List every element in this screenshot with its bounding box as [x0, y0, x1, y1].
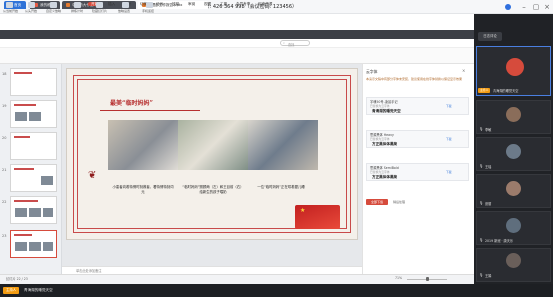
ribbon-label: 从当前开始 [3, 9, 19, 13]
ribbon-label: 手机遥控 [142, 9, 155, 13]
font-download-button[interactable]: 下载 [446, 104, 452, 108]
slide-thumbnail[interactable] [10, 68, 57, 96]
slide-thumbnail[interactable] [10, 164, 57, 192]
minimize-icon[interactable]: – [519, 2, 529, 12]
decorative-bird-icon: ❦ [88, 170, 97, 181]
avatar [506, 58, 524, 76]
star-icon: ★ [300, 207, 306, 214]
font-download-button[interactable]: 下载 [446, 170, 452, 174]
slide-counter: 幻灯片 22 / 23 [6, 277, 28, 281]
speaker-name: 青海湖的睡觉天空 [24, 288, 53, 292]
zoom-level[interactable]: 71% [395, 276, 402, 280]
thumb-number: 22 [2, 200, 7, 204]
slide-title[interactable]: 最美“临时妈妈” [110, 98, 153, 107]
font-card-sub: 已替换为云字体 [370, 104, 390, 108]
font-panel-title: 云字体 [366, 69, 378, 74]
host-badge: 主持人 [478, 88, 491, 93]
photo-caption-3[interactable]: 一位“临时妈妈”正在哄着婴儿睡 [250, 185, 312, 190]
ribbon-label: 自定义放映 [46, 9, 62, 13]
font-card-preview: 方正黑体体黑简 [372, 142, 398, 146]
notes-placeholder: 单击此处添加备注 [76, 269, 102, 273]
menu-bar [0, 39, 474, 48]
search-icon: ⌕ [283, 41, 285, 45]
font-panel-notice: 本演示文稿中有部分字体未安装，建议使用在线字体替换以保证显示效果 [366, 77, 463, 81]
thumb-number: 23 [2, 234, 7, 238]
slide-thumbnail[interactable] [10, 132, 57, 160]
rehearse-timing-icon[interactable] [74, 2, 81, 8]
participant-name: 李敏 [485, 128, 492, 132]
speaker-role-badge: 主持人 [3, 287, 20, 294]
close-icon[interactable]: × [542, 2, 552, 12]
avatar [506, 107, 521, 122]
play-from-start-icon[interactable] [28, 2, 35, 8]
participant-name: 王娟 [485, 274, 492, 278]
menu-item-insert[interactable]: 插入 [108, 2, 115, 7]
avatar [506, 181, 521, 196]
font-download-button[interactable]: 下载 [446, 137, 452, 141]
photo-caption-1[interactable]: 小患者向着特情时刻救者，看特情特刻词元 [112, 185, 174, 195]
font-card-sub: 已替换为云字体 [370, 137, 390, 141]
nurse-photo-3[interactable] [248, 120, 318, 170]
photo-caption-2[interactable]: “临时妈妈”照顾两（左）和王目前（右）给新生的孩子喂奶 [182, 185, 244, 195]
menu-item-slideshow[interactable]: 放映 [172, 2, 179, 7]
menu-item-member[interactable]: 会员专享 [236, 2, 250, 7]
mic-icon: 🎙 [479, 238, 484, 242]
maximize-icon[interactable]: ▢ [531, 2, 541, 12]
thumb-number: 19 [2, 104, 7, 108]
participant-name: 张丽 [485, 202, 492, 206]
thumb-number: 21 [2, 168, 7, 172]
thumb-number: 20 [2, 136, 7, 140]
participant-name: 2019 新冠 · 唐天乐 [485, 239, 514, 243]
zoom-slider-handle[interactable] [426, 277, 429, 281]
notes-bar[interactable] [62, 266, 362, 274]
avatar [506, 144, 521, 159]
font-card-sub: 已替换为云字体 [370, 170, 390, 174]
tab-label: 首页 [14, 3, 22, 7]
side-tab[interactable]: 日志评论 [478, 32, 502, 41]
status-bar [0, 274, 474, 284]
ribbon-label: 放映设置 [118, 9, 131, 13]
nurse-photo-2[interactable] [178, 120, 248, 170]
ribbon-label: 隐藏幻灯片 [92, 9, 108, 13]
show-settings-icon[interactable] [122, 2, 129, 8]
recording-indicator-icon [505, 4, 511, 10]
participant-name: 青海湖的睡觉天空 [493, 89, 519, 93]
hide-slide-icon[interactable] [96, 2, 103, 8]
mic-icon: 🎙 [479, 273, 484, 277]
phone-remote-icon[interactable] [146, 2, 153, 8]
avatar [506, 253, 521, 268]
download-all-button[interactable]: 全部下载 [366, 199, 388, 205]
menu-item-view[interactable]: 视图 [204, 2, 211, 7]
menu-item-review[interactable]: 审阅 [188, 2, 195, 7]
mic-icon: 🎙 [479, 201, 484, 205]
menu-item-animation[interactable]: 动画 [156, 2, 163, 7]
avatar [506, 218, 521, 233]
thumb-number: 18 [2, 72, 7, 76]
mic-icon: 🎙 [479, 127, 484, 131]
ribbon-label: 从头开始 [25, 9, 38, 13]
font-card-preview: 青海湖的睡觉天空 [372, 109, 401, 113]
later-button[interactable]: 稍后处理 [393, 200, 405, 204]
menu-item-docer[interactable]: 稻壳资源 [258, 2, 272, 7]
mic-icon: 🎙 [479, 164, 484, 168]
slide-thumbnail[interactable] [10, 100, 57, 128]
font-card-preview: 方正黑体体黑简 [372, 175, 398, 179]
slide-thumbnail-active[interactable] [10, 230, 57, 258]
wps-tab-bar [0, 30, 474, 39]
meeting-bottom-bar [0, 284, 553, 297]
title-underline [100, 110, 200, 111]
slide-thumbnail[interactable] [10, 196, 57, 224]
participant-name: 王瑶 [485, 165, 492, 169]
close-icon[interactable]: × [462, 68, 465, 73]
ppt-file-icon [66, 3, 70, 7]
play-from-current-icon[interactable] [6, 2, 13, 8]
search-box[interactable]: ⌕ 查找 [280, 40, 310, 47]
ribbon-toolbar [0, 48, 474, 64]
nurse-photo-1[interactable] [108, 120, 178, 170]
ribbon-label: 排练计时 [71, 9, 84, 13]
custom-show-icon[interactable] [50, 2, 57, 8]
menu-item-tools[interactable]: 工具 [220, 2, 227, 7]
